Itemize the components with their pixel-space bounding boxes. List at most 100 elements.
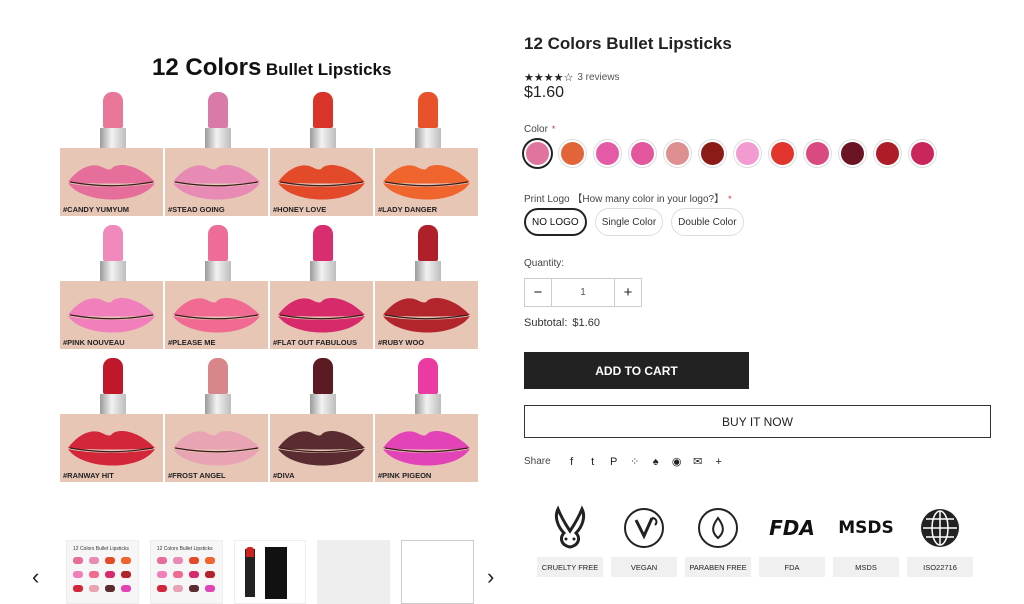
lip-swatch-image: #PINK PIGEON [375,414,478,482]
thumbnail-swatch [89,585,99,592]
shade-grid: #CANDY YUMYUM #STEAD GOING #HONEY LOVE #LAD… [60,90,480,489]
lipstick-bullet-image [205,358,231,414]
image-title-big: 12 Colors [152,54,262,81]
shade-name: #STEAD GOING [168,205,225,214]
color-options [524,140,936,167]
pinterest-icon[interactable]: P [608,456,620,468]
lip-swatch-image: #PLEASE ME [165,281,268,349]
thumbnail-swatch [172,571,183,578]
shade-name: #DIVA [273,471,295,480]
thumbnail-swatch [156,557,167,564]
shade-name: #PINK NOUVEAU [63,338,125,347]
lip-swatch-image: #DIVA [270,414,373,482]
product-image[interactable]: 12 Colors Bullet Lipsticks #CANDY YUMYUM… [56,40,486,490]
lip-swatch-image: #LADY DANGER [375,148,478,216]
thumbnail-prev-arrow[interactable]: ‹ [32,564,39,590]
quantity-input[interactable]: 1 [551,279,615,306]
quantity-plus-button[interactable]: + [615,279,641,306]
thumbnail-swatch [156,571,167,578]
facebook-icon[interactable]: f [566,456,578,468]
msds-mark: MSDS [838,518,894,538]
add-to-cart-button[interactable]: ADD TO CART [524,352,749,389]
shade-name: #LADY DANGER [378,205,438,214]
thumbnail-2[interactable]: 12 Colors Bullet Lipsticks [149,540,223,604]
reddit-icon[interactable]: ◉ [671,455,683,468]
required-mark: * [551,124,556,134]
thumbnail-swatch [188,571,199,578]
more-icon[interactable]: + [713,456,725,468]
thumbnail-swatch [188,585,199,592]
msds-icon: MSDS [838,503,894,553]
globe-icon [915,503,965,553]
shade-name: #RANWAY HIT [63,471,114,480]
shade-name: #FLAT OUT FABULOUS [273,338,358,347]
badge-iso22716: ISO22716 [907,503,973,577]
color-swatch-2[interactable] [559,140,586,167]
shade-cell: #PINK NOUVEAU [60,223,165,356]
color-swatch-9[interactable] [804,140,831,167]
thumbnail-swatch [121,557,131,564]
twitter-icon[interactable]: t [587,456,599,468]
color-label: Color * [524,119,555,137]
shade-name: #FROST ANGEL [168,471,226,480]
color-swatch-5[interactable] [664,140,691,167]
thumbnail-swatch [89,557,99,564]
print-logo-options: NO LOGO Single Color Double Color [524,208,744,236]
logo-option-double-color[interactable]: Double Color [671,208,744,236]
tumblr-icon[interactable]: ⁘ [629,455,641,468]
shade-cell: #PLEASE ME [165,223,270,356]
lip-swatch-image: #FLAT OUT FABULOUS [270,281,373,349]
thumbnail-title: 12 Colors Bullet Lipsticks [73,546,129,552]
shade-name: #PINK PIGEON [378,471,432,480]
reviews-link[interactable]: 3 reviews [577,72,619,83]
shade-cell: #PINK PIGEON [375,356,480,489]
thumbnail-next-arrow[interactable]: › [487,564,494,590]
shade-cell: #FROST ANGEL [165,356,270,489]
price: $1.60 [524,84,565,101]
lip-swatch-image: #FROST ANGEL [165,414,268,482]
color-swatch-4[interactable] [629,140,656,167]
share-row: Share f t P ⁘ ♠ ◉ ✉ + [524,455,725,469]
color-swatch-1[interactable] [524,140,551,167]
email-icon[interactable]: ✉ [692,455,704,468]
lip-swatch-image: #HONEY LOVE [270,148,373,216]
badge-caption: PARABEN FREE [685,557,751,577]
badge-vegan: VEGAN [611,503,677,577]
thumbnail-3[interactable] [233,540,307,604]
shade-cell: #RUBY WOO [375,223,480,356]
logo-option-no-logo[interactable]: NO LOGO [524,208,587,236]
fda-mark: FDA [769,516,815,540]
thumbnail-1[interactable]: 12 Colors Bullet Lipsticks [66,540,139,604]
color-swatch-3[interactable] [594,140,621,167]
lip-swatch-image: #RANWAY HIT [60,414,163,482]
quantity-minus-button[interactable]: − [525,279,551,306]
color-swatch-8[interactable] [769,140,796,167]
thumbnail-5[interactable] [401,540,474,604]
color-swatch-6[interactable] [699,140,726,167]
thumbnail-swatch [89,571,99,578]
lip-swatch-image: #STEAD GOING [165,148,268,216]
thumbnail-swatch [172,557,183,564]
image-title-small: Bullet Lipsticks [265,60,392,79]
thumbnail-4[interactable] [317,540,391,604]
shade-cell: #STEAD GOING [165,90,270,223]
color-swatch-12[interactable] [909,140,936,167]
shade-cell: #HONEY LOVE [270,90,375,223]
color-swatch-7[interactable] [734,140,761,167]
logo-option-single-color[interactable]: Single Color [594,208,664,236]
lipstick-bullet-image [100,225,126,281]
color-swatch-10[interactable] [839,140,866,167]
lipstick-bullet-image [415,225,441,281]
fda-icon: FDA [767,503,817,553]
badge-paraben-free: PARABEN FREE [685,503,751,577]
snapchat-icon[interactable]: ♠ [650,456,662,468]
thumbnail-swatch [204,571,215,578]
subtotal-value: $1.60 [572,317,600,329]
buy-it-now-button[interactable]: BUY IT NOW [524,405,991,438]
rating[interactable]: ★★★★☆ 3 reviews [524,71,620,84]
thumbnail-swatch [73,571,83,578]
thumbnail-swatch [121,571,131,578]
color-swatch-11[interactable] [874,140,901,167]
image-title: 12 Colors Bullet Lipsticks [152,54,391,82]
lipstick-bullet-image [310,358,336,414]
